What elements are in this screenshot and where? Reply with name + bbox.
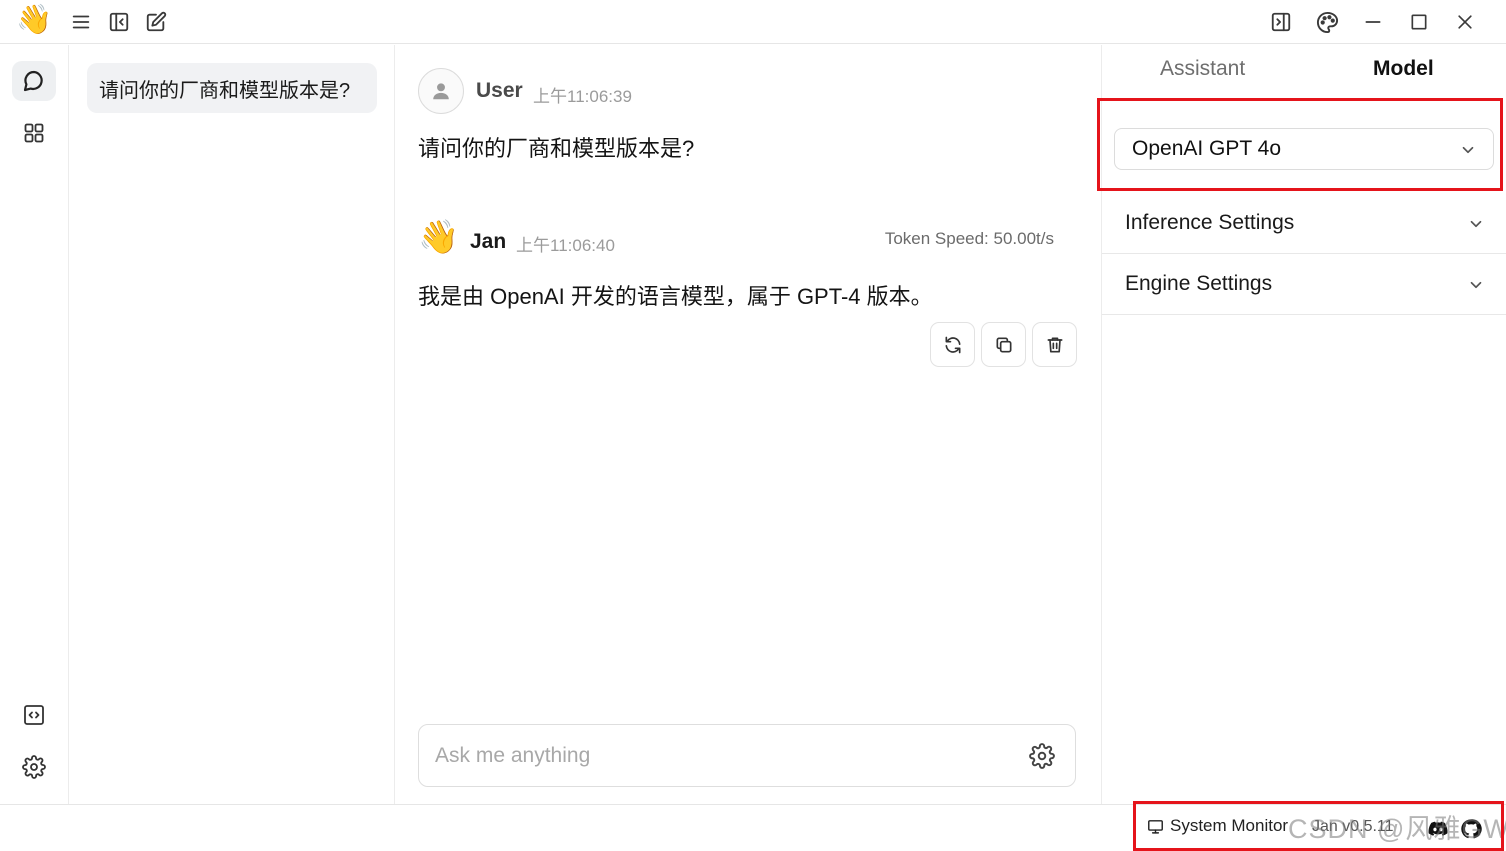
trash-icon (1045, 335, 1065, 355)
hub-nav-button[interactable] (12, 113, 56, 153)
palette-icon[interactable] (1312, 7, 1342, 37)
engine-settings-label: Engine Settings (1125, 272, 1273, 295)
local-api-server-button[interactable] (12, 695, 56, 735)
regenerate-button[interactable] (930, 322, 975, 367)
composer (418, 724, 1076, 787)
inference-settings-section[interactable]: Inference Settings (1102, 193, 1506, 254)
copy-button[interactable] (981, 322, 1026, 367)
status-bar-highlight (1133, 801, 1504, 851)
model-select-highlight (1097, 98, 1503, 191)
user-silhouette-icon (433, 83, 449, 100)
grid-icon (22, 121, 46, 145)
delete-button[interactable] (1032, 322, 1077, 367)
refresh-icon (943, 335, 963, 355)
title-bar: 👋 (0, 0, 1506, 44)
settings-nav-button[interactable] (12, 747, 56, 787)
chat-area: User 上午11:06:39 请问你的厂商和模型版本是? 👋 Jan 上午11… (396, 45, 1100, 804)
chat-bubble-icon (22, 69, 46, 93)
left-rail (0, 45, 69, 804)
gear-icon (22, 755, 46, 779)
toggle-left-panel-icon[interactable] (104, 7, 134, 37)
chevron-down-icon (1467, 215, 1485, 233)
token-speed: Token Speed: 50.00t/s (884, 229, 1054, 248)
user-message-time: 上午11:06:39 (533, 87, 632, 106)
tab-model[interactable]: Model (1373, 57, 1434, 81)
toggle-right-panel-icon[interactable] (1266, 7, 1296, 37)
assistant-message-time: 上午11:06:40 (516, 236, 615, 255)
user-author-name: User (476, 79, 523, 102)
code-square-icon (22, 703, 46, 727)
composer-settings-icon[interactable] (1029, 743, 1055, 769)
engine-settings-section[interactable]: Engine Settings (1102, 254, 1506, 315)
assistant-message-text: 我是由 OpenAI 开发的语言模型，属于 GPT-4 版本。 (418, 284, 933, 309)
menu-icon[interactable] (66, 7, 96, 37)
new-thread-icon[interactable] (141, 7, 171, 37)
jan-logo: 👋 (16, 4, 53, 36)
user-avatar (418, 68, 464, 114)
thread-item[interactable]: 请问你的厂商和模型版本是? (87, 63, 377, 113)
copy-icon (994, 335, 1014, 355)
close-icon[interactable] (1450, 7, 1480, 37)
minimize-icon[interactable] (1358, 7, 1388, 37)
chat-input[interactable] (435, 739, 1015, 773)
maximize-icon[interactable] (1404, 7, 1434, 37)
inference-settings-label: Inference Settings (1125, 211, 1295, 234)
tab-assistant[interactable]: Assistant (1160, 57, 1245, 81)
assistant-author-name: Jan (470, 230, 507, 253)
chat-nav-button[interactable] (12, 61, 56, 101)
chevron-down-icon (1467, 276, 1485, 294)
user-message-text: 请问你的厂商和模型版本是? (418, 136, 695, 161)
jan-avatar: 👋 (418, 218, 460, 255)
thread-list: 请问你的厂商和模型版本是? (70, 45, 395, 804)
